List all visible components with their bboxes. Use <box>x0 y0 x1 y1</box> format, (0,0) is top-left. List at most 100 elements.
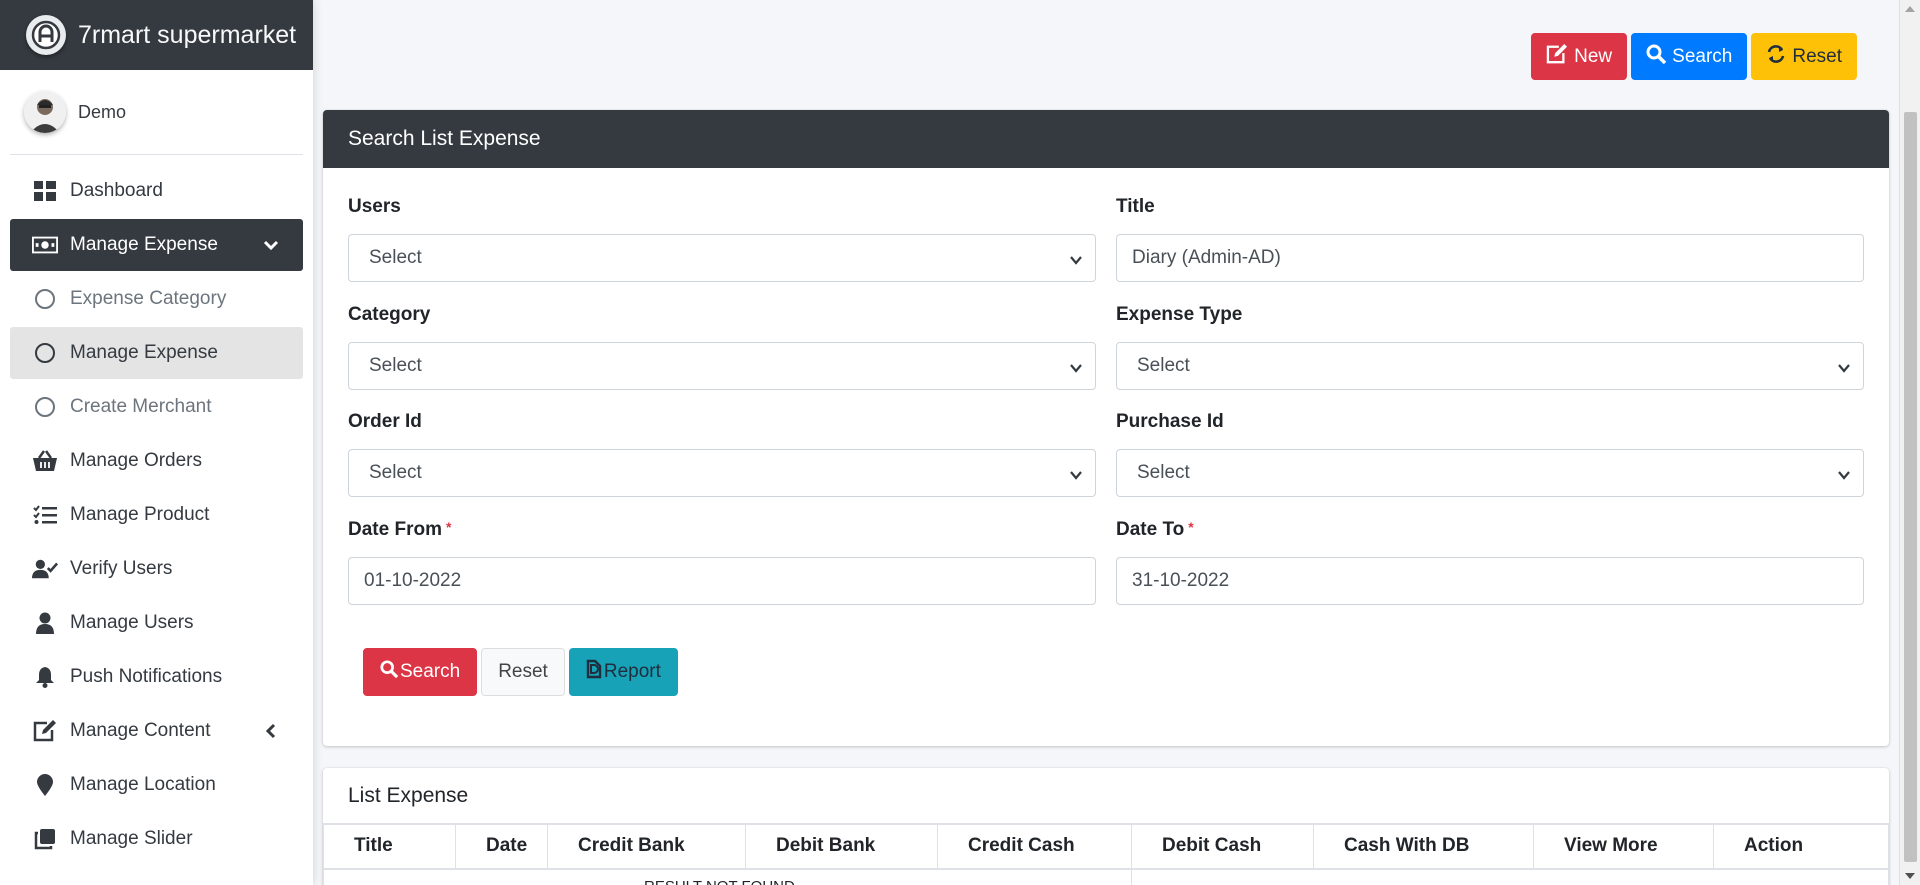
category-field: Category Select <box>348 304 1096 390</box>
sidebar-item-label: Expense Category <box>70 288 227 309</box>
sidebar-item-label: Dashboard <box>70 180 163 201</box>
reset-button-label: Reset <box>1792 45 1842 67</box>
sidebar-item-label: Manage Slider <box>70 828 193 849</box>
circle-icon <box>32 287 58 311</box>
purchase-id-select[interactable]: Select <box>1116 449 1864 497</box>
date-from-value: 01-10-2022 <box>364 570 462 591</box>
file-icon <box>586 659 602 685</box>
column-header-title[interactable]: Title <box>323 824 456 870</box>
sidebar-item-label: Manage Product <box>70 504 210 525</box>
purchase-id-select-value: Select <box>1137 462 1190 483</box>
sidebar-item-verify-users[interactable]: Verify Users <box>10 543 303 595</box>
bell-icon <box>32 665 58 689</box>
map-marker-icon <box>32 773 58 797</box>
purchase-id-field: Purchase Id Select <box>1116 411 1864 497</box>
chevron-down-icon <box>1837 466 1851 480</box>
title-input[interactable]: Diary (Admin-AD) <box>1116 234 1864 282</box>
sidebar-item-manage-slider[interactable]: Manage Slider <box>10 813 303 865</box>
report-label: Report <box>603 661 661 682</box>
sidebar-item-manage-location[interactable]: Manage Location <box>10 759 303 811</box>
order-id-label: Order Id <box>348 411 422 432</box>
chevron-left-icon <box>261 721 281 741</box>
column-header-credit-bank[interactable]: Credit Bank <box>547 824 746 870</box>
sidebar-item-manage-expense-sub[interactable]: Manage Expense <box>10 327 303 379</box>
chevron-down-icon <box>1069 466 1083 480</box>
vertical-scrollbar[interactable] <box>1899 0 1920 885</box>
clone-icon <box>32 827 58 851</box>
sidebar-item-label: Verify Users <box>70 558 173 579</box>
scroll-down-arrow-icon[interactable] <box>1905 873 1915 879</box>
form-search-button[interactable]: Search <box>363 648 478 696</box>
sidebar-item-manage-product[interactable]: Manage Product <box>10 489 303 541</box>
avatar <box>24 91 66 133</box>
brand-name: 7rmart supermarket <box>78 20 297 49</box>
sidebar-item-manage-expense[interactable]: Manage Expense <box>10 219 303 271</box>
reset-button[interactable]: Reset <box>1751 33 1857 80</box>
table-header-row: Title Date Credit Bank Debit Bank Credit… <box>323 824 1889 870</box>
scroll-up-arrow-icon[interactable] <box>1905 6 1915 12</box>
date-to-input[interactable]: 31-10-2022 <box>1116 557 1864 605</box>
search-icon <box>380 660 399 684</box>
column-header-view-more[interactable]: View More <box>1533 824 1714 870</box>
column-header-cash-with-db[interactable]: Cash With DB <box>1313 824 1534 870</box>
search-button[interactable]: Search <box>1631 33 1748 80</box>
users-label: Users <box>348 196 401 217</box>
column-header-debit-cash[interactable]: Debit Cash <box>1131 824 1314 870</box>
sidebar-item-label: Manage Location <box>70 774 216 795</box>
sidebar-item-label: Manage Orders <box>70 450 203 471</box>
table-row: RESULT NOT FOUND <box>323 868 1889 885</box>
form-buttons: Search Reset Report <box>363 648 678 696</box>
report-button[interactable]: Report <box>568 648 678 696</box>
title-field: Title Diary (Admin-AD) <box>1116 196 1864 282</box>
category-select[interactable]: Select <box>348 342 1096 390</box>
column-header-date[interactable]: Date <box>455 824 548 870</box>
date-from-input[interactable]: 01-10-2022 <box>348 557 1096 605</box>
date-from-label: Date From * <box>348 519 1096 547</box>
sidebar-item-label: Create Merchant <box>70 396 212 417</box>
users-select[interactable]: Select <box>348 234 1096 282</box>
category-label: Category <box>348 304 431 325</box>
new-button[interactable]: New <box>1531 33 1628 80</box>
scrollbar-thumb[interactable] <box>1904 112 1917 862</box>
sidebar-item-create-merchant[interactable]: Create Merchant <box>10 381 303 433</box>
expense-type-select[interactable]: Select <box>1116 342 1864 390</box>
user-icon <box>32 611 58 635</box>
search-icon <box>1646 44 1667 70</box>
column-header-action[interactable]: Action <box>1713 824 1889 870</box>
form-reset-button[interactable]: Reset <box>481 648 565 696</box>
date-from-label-text: Date From <box>348 519 442 540</box>
edit-icon <box>32 719 58 743</box>
order-id-select[interactable]: Select <box>348 449 1096 497</box>
chevron-down-icon <box>1069 251 1083 265</box>
column-header-debit-bank[interactable]: Debit Bank <box>745 824 938 870</box>
sidebar-item-push-notifications[interactable]: Push Notifications <box>10 651 303 703</box>
search-card-title: Search List Expense <box>323 110 1889 168</box>
money-bill-icon <box>32 233 58 257</box>
list-expense-card: List Expense Title Date Credit Bank Debi… <box>323 768 1889 885</box>
sidebar-item-label: Manage Expense <box>70 234 218 255</box>
empty-result-cell: RESULT NOT FOUND <box>323 868 1132 885</box>
edit-icon <box>1546 43 1568 70</box>
sidebar-item-manage-content[interactable]: Manage Content <box>10 705 303 757</box>
sidebar-item-expense-category[interactable]: Expense Category <box>10 273 303 325</box>
sidebar-item-dashboard[interactable]: Dashboard <box>10 165 303 217</box>
brand[interactable]: 7rmart supermarket <box>0 0 313 70</box>
date-to-value: 31-10-2022 <box>1132 570 1230 591</box>
title-label: Title <box>1116 196 1155 217</box>
form-reset-label: Reset <box>498 661 548 682</box>
sidebar-item-label: Push Notifications <box>70 666 223 687</box>
chevron-down-icon <box>1837 359 1851 373</box>
sidebar-item-manage-users[interactable]: Manage Users <box>10 597 303 649</box>
app: 7rmart supermarket Demo Dashboard Manage… <box>0 0 1920 885</box>
sidebar-item-label: Manage Expense <box>70 342 218 363</box>
sidebar-item-label: Manage Content <box>70 720 211 741</box>
column-header-credit-cash[interactable]: Credit Cash <box>937 824 1132 870</box>
user-panel[interactable]: Demo <box>10 70 303 155</box>
category-select-value: Select <box>369 355 422 376</box>
users-select-value: Select <box>369 247 422 268</box>
chevron-down-icon <box>261 235 281 255</box>
title-input-value: Diary (Admin-AD) <box>1132 247 1281 268</box>
sidebar-item-manage-orders[interactable]: Manage Orders <box>10 435 303 487</box>
circle-icon <box>32 395 58 419</box>
required-mark: * <box>445 519 452 535</box>
